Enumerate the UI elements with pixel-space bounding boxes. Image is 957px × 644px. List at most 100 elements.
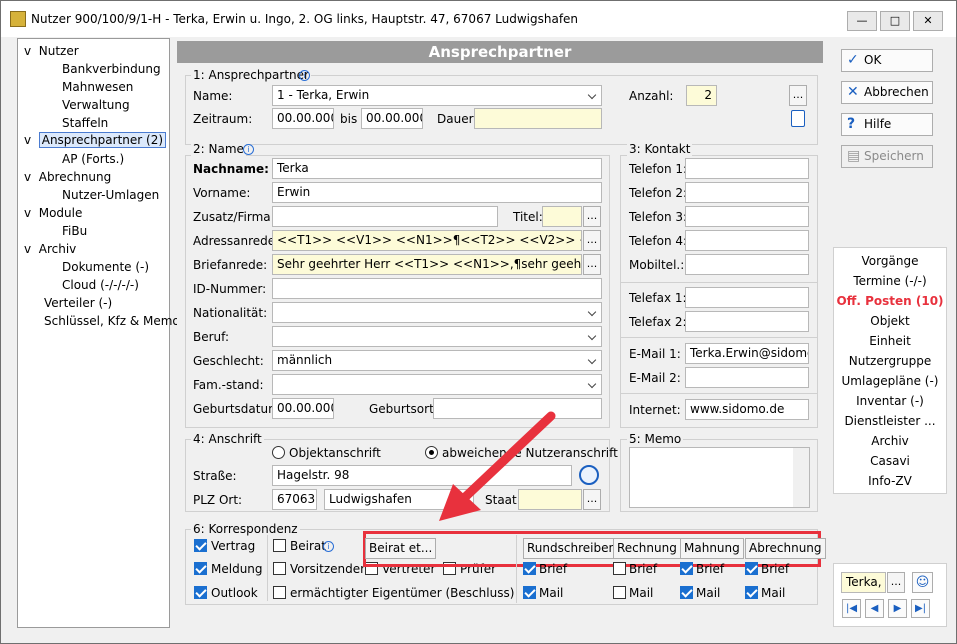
vorname-input[interactable]: Erwin	[272, 182, 602, 203]
link-dienstleister[interactable]: Dienstleister ...	[834, 414, 946, 428]
tree-item-schluessel[interactable]: Schlüssel, Kfz & Memo	[44, 314, 180, 328]
beirat-checkbox[interactable]	[273, 539, 286, 552]
telefon2-input[interactable]	[685, 182, 809, 203]
tree-item-cloud[interactable]: Cloud (-/-/-/-)	[62, 278, 139, 292]
tree-item-ansprechpartner[interactable]: v Ansprechpartner (2)	[24, 132, 167, 148]
abrechnung-mail-checkbox[interactable]	[745, 586, 758, 599]
email2-input[interactable]	[685, 367, 809, 388]
telefax2-input[interactable]	[685, 311, 809, 332]
tree-item-dokumente[interactable]: Dokumente (-)	[62, 260, 149, 274]
mahnung-button[interactable]: Mahnung	[680, 538, 744, 559]
geschlecht-select[interactable]: männlich	[272, 350, 602, 371]
telefax1-input[interactable]	[685, 287, 809, 308]
titel-input[interactable]	[542, 206, 582, 227]
beirat-etc-button[interactable]: Beirat et...	[365, 538, 437, 559]
rechnung-button[interactable]: Rechnung	[613, 538, 681, 559]
briefanrede-more-button[interactable]: ...	[583, 254, 601, 275]
link-einheit[interactable]: Einheit	[834, 334, 946, 348]
beruf-select[interactable]	[272, 326, 602, 347]
link-termine[interactable]: Termine (-/-)	[834, 274, 946, 288]
mahnung-brief-checkbox[interactable]	[680, 562, 693, 575]
email1-input[interactable]: Terka.Erwin@sidomo.d	[685, 343, 809, 364]
tree-item-verwaltung[interactable]: Verwaltung	[62, 98, 130, 112]
last-record-icon[interactable]: ▶|	[911, 599, 930, 618]
zeitraum-to-input[interactable]: 00.00.0000	[361, 108, 423, 129]
link-inventar[interactable]: Inventar (-)	[834, 394, 946, 408]
abbrechen-button[interactable]: ✕ Abbrechen	[841, 81, 933, 104]
next-record-icon[interactable]: ▶	[888, 599, 907, 618]
memo-scrollbar[interactable]	[793, 448, 809, 507]
abrechnung-button[interactable]: Abrechnung	[745, 538, 826, 559]
hilfe-button[interactable]: ? Hilfe	[841, 113, 933, 136]
rundschreiben-brief-checkbox[interactable]	[523, 562, 536, 575]
tree-item-ap-forts[interactable]: AP (Forts.)	[62, 152, 124, 166]
clipboard-icon[interactable]	[791, 110, 805, 127]
tree-item-fibu[interactable]: FiBu	[62, 224, 87, 238]
user-icon[interactable]: ☺	[912, 572, 933, 593]
tree-item-verteiler[interactable]: Verteiler (-)	[44, 296, 112, 310]
objektanschrift-radio[interactable]	[272, 446, 285, 459]
previous-record-icon[interactable]: ◀	[865, 599, 884, 618]
rundschreiben-mail-checkbox[interactable]	[523, 586, 536, 599]
briefanrede-input[interactable]: Sehr geehrter Herr <<T1>> <<N1>>,¶sehr g…	[272, 254, 582, 275]
rechnung-mail-checkbox[interactable]	[613, 586, 626, 599]
famstand-select[interactable]	[272, 374, 602, 395]
info-icon[interactable]: i	[299, 70, 310, 81]
outlook-checkbox[interactable]	[194, 586, 207, 599]
nationalitaet-select[interactable]	[272, 302, 602, 323]
search-input[interactable]: Terka, E	[841, 572, 886, 593]
link-vorgaenge[interactable]: Vorgänge	[834, 254, 946, 268]
anzahl-input[interactable]: 2	[686, 85, 717, 106]
tree-item-mahnwesen[interactable]: Mahnwesen	[62, 80, 133, 94]
memo-textarea[interactable]	[629, 447, 810, 508]
vorsitzender-checkbox[interactable]	[273, 562, 286, 575]
tree-item-abrechnung[interactable]: v Abrechnung	[24, 170, 111, 184]
tree-item-archiv[interactable]: v Archiv	[24, 242, 76, 256]
mobiltel-input[interactable]	[685, 254, 809, 275]
dauer-input[interactable]	[474, 108, 602, 129]
vertrag-checkbox[interactable]	[194, 539, 207, 552]
tree-item-module[interactable]: v Module	[24, 206, 82, 220]
speichern-button[interactable]: ▤ Speichern	[841, 145, 933, 168]
adressanrede-input[interactable]: <<T1>> <<V1>> <<N1>>¶<<T2>> <<V2>> <<N2>…	[272, 230, 582, 251]
minimize-button[interactable]: —	[847, 11, 877, 31]
zusatz-input[interactable]	[272, 206, 498, 227]
info-icon[interactable]: i	[323, 541, 334, 552]
abrechnung-brief-checkbox[interactable]	[745, 562, 758, 575]
name-select[interactable]: 1 - Terka, Erwin	[272, 85, 602, 106]
zeitraum-from-input[interactable]: 00.00.0000	[272, 108, 334, 129]
id-nummer-input[interactable]	[272, 278, 602, 299]
search-more-button[interactable]: ...	[887, 572, 905, 593]
link-off-posten[interactable]: Off. Posten (10)	[834, 294, 946, 308]
internet-input[interactable]: www.sidomo.de	[685, 399, 809, 420]
geburtsdatum-input[interactable]: 00.00.0000	[272, 398, 334, 419]
telefon4-input[interactable]	[685, 230, 809, 251]
plz-input[interactable]: 67063	[272, 489, 317, 510]
globe-icon[interactable]	[579, 465, 599, 485]
tree-item-nutzer-umlagen[interactable]: Nutzer-Umlagen	[62, 188, 159, 202]
maximize-button[interactable]: □	[880, 11, 910, 31]
ok-button[interactable]: ✓ OK	[841, 49, 933, 72]
nachname-input[interactable]: Terka	[272, 158, 602, 179]
first-record-icon[interactable]: |◀	[842, 599, 861, 618]
titel-more-button[interactable]: ...	[583, 206, 601, 227]
adressanrede-more-button[interactable]: ...	[583, 230, 601, 251]
link-objekt[interactable]: Objekt	[834, 314, 946, 328]
link-info-zv[interactable]: Info-ZV	[834, 474, 946, 488]
ermaechtigter-checkbox[interactable]	[273, 586, 286, 599]
link-archiv[interactable]: Archiv	[834, 434, 946, 448]
staat-more-button[interactable]: ...	[583, 489, 601, 510]
link-umlageplaene[interactable]: Umlagepläne (-)	[834, 374, 946, 388]
tree-item-bankverbindung[interactable]: Bankverbindung	[62, 62, 161, 76]
name-more-button[interactable]: ...	[789, 85, 807, 106]
close-button[interactable]: ✕	[913, 11, 943, 31]
info-icon[interactable]: i	[243, 144, 254, 155]
tree-item-staffeln[interactable]: Staffeln	[62, 116, 108, 130]
mahnung-mail-checkbox[interactable]	[680, 586, 693, 599]
tree-item-nutzer[interactable]: v Nutzer	[24, 44, 79, 58]
meldung-checkbox[interactable]	[194, 562, 207, 575]
rechnung-brief-checkbox[interactable]	[613, 562, 626, 575]
link-casavi[interactable]: Casavi	[834, 454, 946, 468]
telefon3-input[interactable]	[685, 206, 809, 227]
rundschreiben-button[interactable]: Rundschreiben	[523, 538, 621, 559]
